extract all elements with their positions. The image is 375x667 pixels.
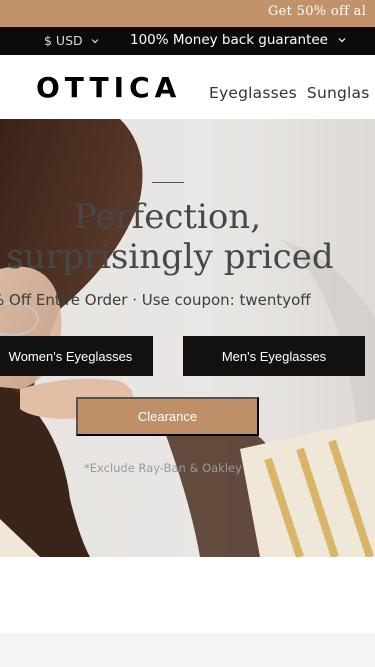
hero-banner: Perfection, surprisingly priced % Off En… (0, 119, 375, 557)
exclusion-note: *Exclude Ray-Ban & Oakley (84, 461, 242, 475)
nav-eyeglasses[interactable]: Eyeglasses (209, 84, 297, 102)
currency-selector[interactable]: $ USD (44, 33, 99, 48)
logo[interactable]: OTTICA (36, 70, 182, 104)
guarantee-dropdown[interactable]: 100% Money back guarantee (130, 32, 346, 48)
promo-bar: Get 50% off al (0, 0, 375, 27)
chevron-down-icon (91, 38, 99, 43)
clearance-button[interactable]: Clearance (76, 397, 259, 436)
hero-title-line2: surprisingly priced (6, 237, 334, 277)
nav-sunglasses[interactable]: Sunglas (307, 84, 370, 102)
chevron-down-icon (338, 38, 346, 43)
hero-title-line1: Perfection, (73, 197, 262, 237)
mens-eyeglasses-button[interactable]: Men's Eyeglasses (183, 336, 365, 376)
logo-text: OTTICA (36, 70, 182, 104)
promo-text: Get 50% off al (268, 4, 367, 19)
hero-divider (152, 182, 184, 183)
currency-label: $ USD (44, 33, 83, 48)
womens-eyeglasses-button[interactable]: Women's Eyeglasses (0, 336, 153, 376)
next-section-strip (0, 633, 375, 667)
hero-subtitle: % Off Entire Order · Use coupon: twentyo… (0, 291, 311, 309)
main-nav: Eyeglasses Sunglas (209, 84, 370, 102)
utility-bar: $ USD 100% Money back guarantee (0, 27, 375, 55)
site-header: OTTICA Eyeglasses Sunglas (0, 55, 375, 119)
guarantee-label: 100% Money back guarantee (130, 32, 328, 48)
